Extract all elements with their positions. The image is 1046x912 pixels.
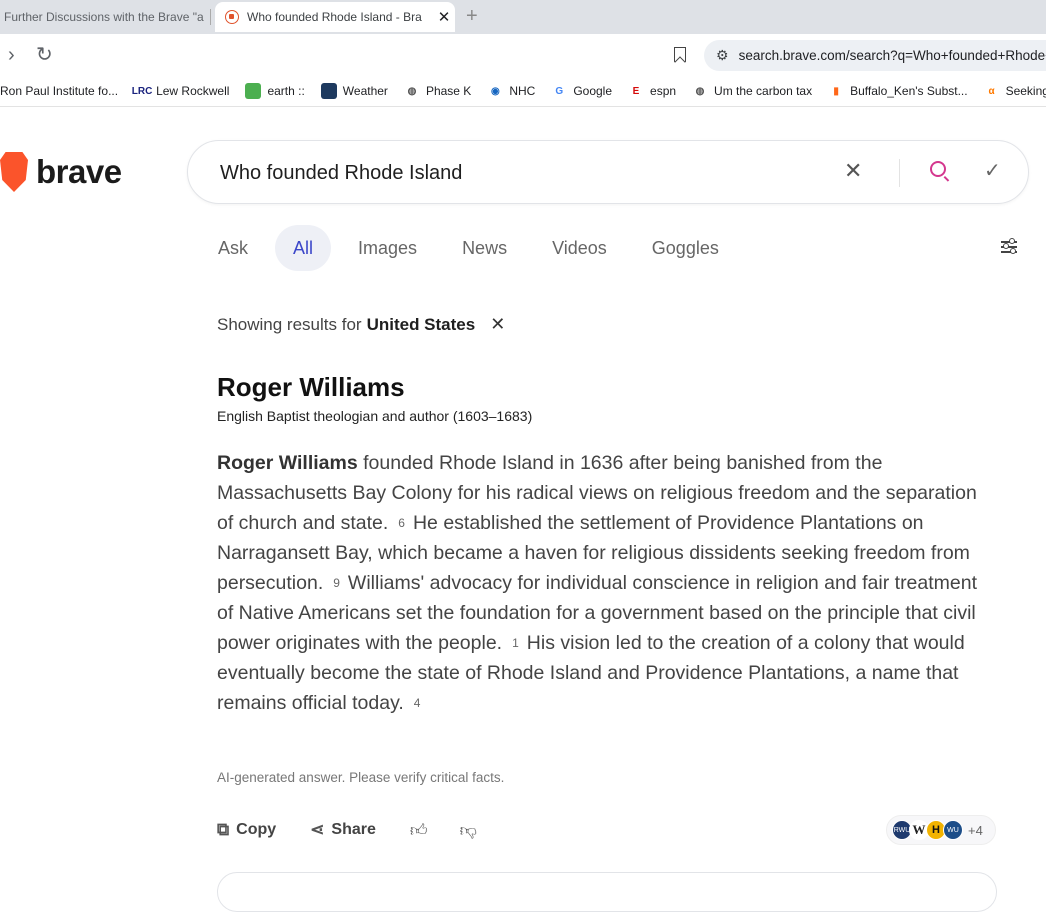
thumbs-up-icon[interactable]: 👍︎ — [410, 820, 428, 841]
new-tab-icon[interactable]: + — [466, 5, 478, 28]
bookmark-favicon-icon: ◍ — [695, 85, 705, 97]
bookmark-label: Phase K — [425, 84, 472, 98]
search-box: ✕ ✓ — [187, 140, 1029, 204]
bookmark-label: Lew Rockwell — [156, 84, 230, 98]
copy-label: Copy — [236, 821, 277, 838]
bookmark-item[interactable]: ▮ Buffalo_Ken's Subst... — [828, 83, 967, 99]
answer-actions: ⧉ Copy ⋖ Share 👍︎ 👎︎ — [217, 815, 509, 845]
more-sources-count: +4 — [968, 822, 983, 838]
tab-ask[interactable]: Ask — [200, 225, 266, 271]
browser-toolbar: › ↻ ⚙ search.brave.com/search?q=Who+foun… — [0, 34, 1046, 76]
bookmark-favicon-icon: α — [988, 85, 995, 97]
clear-icon[interactable]: ✕ — [844, 158, 862, 184]
follow-up-input[interactable] — [217, 872, 997, 912]
bookmark-icon[interactable] — [674, 47, 686, 62]
tab-further-discussions[interactable]: Further Discussions with the Brave "a — [0, 2, 212, 32]
share-button[interactable]: ⋖ Share — [310, 820, 376, 840]
bookmark-label: Ron Paul Institute fo... — [0, 84, 119, 98]
bookmark-label: NHC — [509, 84, 536, 98]
entity-title[interactable]: Roger Williams — [217, 372, 405, 403]
copy-icon: ⧉ — [217, 820, 230, 839]
tab-news[interactable]: News — [444, 225, 525, 271]
answer-lead: Roger Williams — [217, 452, 358, 474]
brave-favicon-icon — [225, 10, 239, 24]
citation-marker[interactable]: 9 — [333, 576, 340, 590]
search-divider — [899, 159, 900, 187]
bookmark-favicon-icon: ◍ — [407, 85, 417, 97]
source-wu-icon: WU — [943, 820, 963, 840]
bookmark-item[interactable]: G Google — [551, 83, 612, 99]
dismiss-region-icon[interactable]: ✕ — [490, 314, 505, 335]
bookmark-favicon-icon: LRC — [131, 85, 153, 97]
entity-subtitle: English Baptist theologian and author (1… — [217, 408, 533, 424]
address-bar[interactable]: ⚙ search.brave.com/search?q=Who+founded+… — [704, 40, 1046, 71]
bookmark-favicon-icon: G — [555, 85, 564, 97]
brave-lion-icon — [0, 152, 28, 192]
copy-button[interactable]: ⧉ Copy — [217, 820, 276, 840]
bookmark-item[interactable]: α Seeking A — [984, 83, 1046, 99]
brave-wordmark: brave — [36, 153, 122, 190]
bookmark-favicon-icon — [320, 83, 337, 99]
tab-who-founded[interactable]: Who founded Rhode Island - Bra ✕ — [215, 2, 455, 32]
bookmark-item[interactable]: LRC Lew Rockwell — [131, 83, 230, 99]
search-icon[interactable] — [930, 161, 946, 177]
region-value: United States — [366, 314, 476, 334]
tab-strip: Further Discussions with the Brave "a Wh… — [0, 0, 1046, 34]
ai-disclaimer: AI-generated answer. Please verify criti… — [217, 770, 505, 785]
bookmark-favicon-icon: ▮ — [833, 85, 839, 97]
bookmark-favicon-icon: ◉ — [490, 85, 500, 97]
url-text[interactable]: search.brave.com/search?q=Who+founded+Rh… — [739, 48, 1046, 63]
bookmark-favicon-icon — [245, 83, 262, 99]
brave-logo[interactable]: brave — [0, 150, 122, 194]
citation-marker[interactable]: 6 — [398, 516, 405, 530]
tab-goggles[interactable]: Goggles — [634, 225, 737, 271]
bookmark-label: Seeking A — [1005, 84, 1046, 98]
result-type-tabs: Ask All Images News Videos Goggles — [200, 225, 746, 271]
bookmark-label: earth :: — [267, 84, 305, 98]
share-icon: ⋖ — [310, 820, 325, 839]
tab-images[interactable]: Images — [340, 225, 435, 271]
bookmark-item[interactable]: Weather — [320, 83, 388, 99]
tab-separator — [210, 9, 211, 25]
bookmark-label: Weather — [342, 84, 388, 98]
share-label: Share — [331, 821, 376, 838]
tab-title: Who founded Rhode Island - Bra — [247, 10, 422, 24]
bookmark-item[interactable]: ◍ Um the carbon tax — [692, 83, 812, 99]
bookmark-item[interactable]: Ron Paul Institute fo... — [0, 84, 118, 98]
bookmark-item[interactable]: earth :: — [245, 83, 305, 99]
citation-marker[interactable]: 1 — [512, 636, 519, 650]
tab-title: Further Discussions with the Brave "a — [4, 10, 204, 24]
bookmark-item[interactable]: ◍ Phase K — [404, 83, 472, 99]
bookmark-label: Um the carbon tax — [714, 84, 813, 98]
submit-check-icon[interactable]: ✓ — [984, 158, 1001, 183]
bookmark-label: espn — [650, 84, 677, 98]
bookmarks-bar: Ron Paul Institute fo... LRC Lew Rockwell e… — [0, 76, 1046, 107]
tab-close-icon[interactable]: ✕ — [433, 8, 455, 26]
ai-answer: Roger Williams founded Rhode Island in 1… — [217, 448, 997, 718]
search-input[interactable] — [218, 157, 802, 189]
bookmark-item[interactable]: Eespn — [628, 83, 676, 99]
bookmark-label: Buffalo_Ken's Subst... — [850, 84, 968, 98]
bookmark-favicon-icon: E — [632, 85, 640, 97]
forward-icon[interactable]: › — [8, 43, 15, 67]
citation-marker[interactable]: 4 — [414, 696, 421, 710]
thumbs-down-icon[interactable]: 👎︎ — [460, 820, 477, 841]
tab-all[interactable]: All — [275, 225, 332, 271]
sources-pill[interactable]: RWU W H WU +4 — [886, 815, 996, 845]
region-prefix: Showing results for — [217, 314, 362, 334]
filter-settings-icon[interactable] — [1000, 238, 1018, 256]
bookmark-item[interactable]: ◉ NHC — [487, 83, 535, 99]
tab-videos[interactable]: Videos — [534, 225, 625, 271]
reload-icon[interactable]: ↻ — [36, 43, 53, 67]
region-notice: Showing results for United States ✕ — [217, 314, 505, 335]
site-settings-icon[interactable]: ⚙ — [716, 47, 729, 64]
bookmark-label: Google — [573, 84, 613, 98]
